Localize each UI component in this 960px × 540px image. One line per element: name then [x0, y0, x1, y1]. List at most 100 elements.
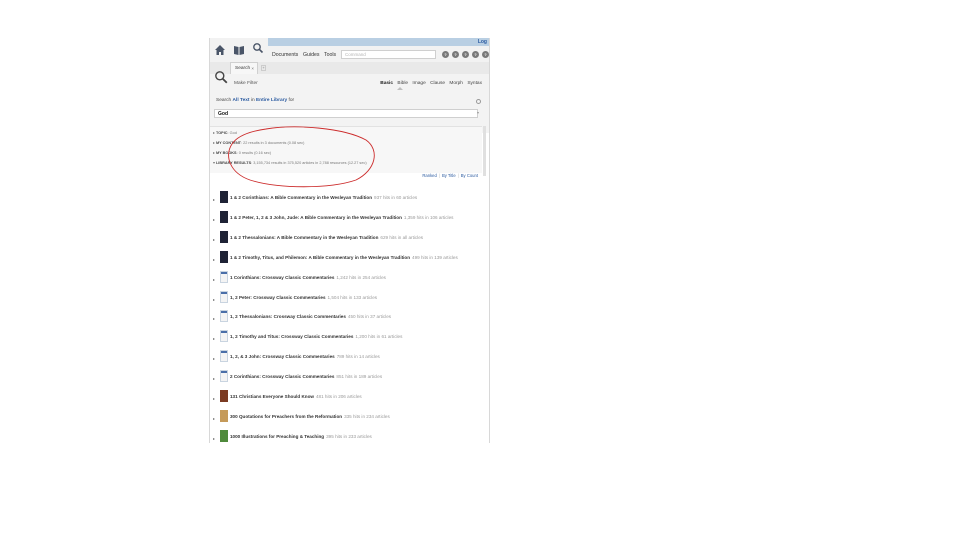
- result-title[interactable]: 1000 Illustrations for Preaching & Teach…: [230, 434, 324, 439]
- kind-basic[interactable]: Basic: [380, 81, 393, 86]
- title-strip: Log: [268, 38, 489, 46]
- book-cover-thumbnail: [220, 191, 228, 203]
- sort-by-count[interactable]: By Count: [461, 173, 478, 178]
- expand-arrow-icon[interactable]: ▸: [213, 257, 215, 262]
- book-cover-thumbnail: [220, 230, 228, 243]
- result-title[interactable]: 1 & 2 Corinthians: A Bible Commentary in…: [230, 195, 372, 200]
- scope-for: for: [288, 98, 295, 103]
- summary-topic[interactable]: ▸ TOPIC: God: [213, 130, 237, 135]
- result-hit-count: 481 hits in 206 articles: [315, 394, 362, 399]
- result-title[interactable]: 300 Quotations for Preachers from the Re…: [230, 414, 342, 419]
- results-summary: ▸ TOPIC: God ▸ MY CONTENT: 22 results in…: [210, 126, 482, 173]
- sort-by-title[interactable]: By Title: [442, 173, 456, 178]
- book-cover-thumbnail: [220, 330, 228, 343]
- scope-library-link[interactable]: Entire Library: [256, 98, 287, 103]
- scope-all-text-link[interactable]: All Text: [233, 98, 250, 103]
- expand-arrow-icon[interactable]: ▸: [213, 356, 215, 361]
- result-title[interactable]: 1, 2 Timothy and Titus: Crossway Classic…: [230, 334, 353, 339]
- results-scrollbar[interactable]: [483, 126, 486, 176]
- query-dropdown-icon[interactable]: ▾: [477, 110, 479, 115]
- expand-arrow-icon[interactable]: ▸: [213, 336, 215, 341]
- book-cover-thumbnail: [220, 350, 228, 363]
- result-row[interactable]: ▸ 1 & 2 Peter, 1, 2 & 3 John, Jude: A Bib…: [210, 210, 489, 230]
- expand-arrow-icon[interactable]: ▸: [213, 436, 215, 441]
- result-row[interactable]: ▸ 300 Quotations for Preachers from the R…: [210, 409, 489, 429]
- expand-arrow-icon[interactable]: ▸: [213, 197, 215, 202]
- result-title[interactable]: 1, 2, & 3 John: Crossway Classic Comment…: [230, 354, 335, 359]
- result-text: 131 Christians Everyone Should Know 481 h…: [230, 394, 362, 399]
- kind-clause[interactable]: Clause: [430, 81, 445, 86]
- command-input[interactable]: Command: [341, 50, 436, 59]
- kind-syntax[interactable]: Syntax: [467, 81, 482, 86]
- expand-arrow-icon[interactable]: ▸: [213, 316, 215, 321]
- expand-arrow-icon[interactable]: ▸: [213, 376, 215, 381]
- result-row[interactable]: ▸ 1, 2 Peter: Crossway Classic Commentari…: [210, 290, 489, 310]
- result-title[interactable]: 1 & 2 Thessalonians: A Bible Commentary …: [230, 235, 378, 240]
- result-row[interactable]: ▸ 1 & 2 Thessalonians: A Bible Commentary…: [210, 230, 489, 250]
- kind-bible[interactable]: Bible: [397, 81, 408, 86]
- result-row[interactable]: ▸ 1 Corinthians: Crossway Classic Comment…: [210, 270, 489, 290]
- tab-search[interactable]: Search ×: [230, 62, 258, 74]
- search-icon[interactable]: [252, 42, 264, 54]
- result-row[interactable]: ▸ 1, 2 Timothy and Titus: Crossway Classi…: [210, 329, 489, 349]
- result-title[interactable]: 2 Corinthians: Crossway Classic Commenta…: [230, 374, 334, 379]
- scope-in: in: [250, 98, 255, 103]
- book-cover-thumbnail: [220, 390, 228, 402]
- summary-my-content[interactable]: ▸ MY CONTENT: 22 results in 3 documents …: [213, 140, 304, 145]
- app-window: Log Documents Guides Tools Command ? ? ?…: [209, 38, 490, 443]
- sort-ranked[interactable]: Ranked: [422, 173, 436, 178]
- make-filter-link[interactable]: Make Filter: [234, 81, 258, 86]
- result-row[interactable]: ▸ 1 & 2 Corinthians: A Bible Commentary i…: [210, 190, 489, 210]
- book-icon[interactable]: [233, 44, 245, 56]
- result-title[interactable]: 131 Christians Everyone Should Know: [230, 394, 314, 399]
- result-title[interactable]: 1, 2 Peter: Crossway Classic Commentarie…: [230, 295, 326, 300]
- nav-documents[interactable]: Documents: [272, 52, 298, 58]
- kind-image[interactable]: Image: [412, 81, 425, 86]
- toolbar-circle-button-3[interactable]: ?: [462, 51, 469, 58]
- result-row[interactable]: ▸ 131 Christians Everyone Should Know 481 …: [210, 389, 489, 409]
- result-title[interactable]: 1 Corinthians: Crossway Classic Commenta…: [230, 275, 334, 280]
- expand-arrow-icon[interactable]: ▸: [213, 297, 215, 302]
- tab-close-icon[interactable]: ×: [251, 63, 254, 74]
- book-cover-thumbnail: [220, 429, 228, 442]
- result-hit-count: 937 hits in 60 articles: [374, 195, 418, 200]
- result-hit-count: 1,242 hits in 254 articles: [336, 274, 386, 280]
- expand-arrow-icon[interactable]: ▸: [213, 217, 215, 222]
- expand-arrow-icon[interactable]: ▸: [213, 396, 215, 401]
- selected-kind-pointer: [397, 87, 403, 90]
- toolbar-circle-button-1[interactable]: ?: [442, 51, 449, 58]
- expand-arrow-icon[interactable]: ▸: [213, 237, 215, 242]
- toolbar-circle-button-2[interactable]: ?: [452, 51, 459, 58]
- expand-arrow-icon[interactable]: ▸: [213, 277, 215, 282]
- home-icon[interactable]: [214, 44, 226, 56]
- summary-my-books[interactable]: ▸ MY BOOKS: 0 results (0.16 sec): [213, 150, 271, 155]
- result-row[interactable]: ▸ 1 & 2 Timothy, Titus, and Philemon: A B…: [210, 250, 489, 270]
- gear-icon[interactable]: [476, 99, 481, 104]
- result-row[interactable]: ▸ 1, 2 Thessalonians: Crossway Classic Co…: [210, 309, 489, 329]
- result-title[interactable]: 1, 2 Thessalonians: Crossway Classic Com…: [230, 314, 346, 319]
- result-row[interactable]: ▸ 1000 Illustrations for Preaching & Teac…: [210, 429, 489, 443]
- result-hit-count: 789 hits in 14 articles: [336, 354, 380, 360]
- search-query-input[interactable]: God: [214, 109, 478, 118]
- result-text: 1 Corinthians: Crossway Classic Commenta…: [230, 275, 386, 280]
- kind-morph[interactable]: Morph: [449, 81, 463, 86]
- result-title[interactable]: 1 & 2 Timothy, Titus, and Philemon: A Bi…: [230, 255, 410, 260]
- search-scope: Search All Text in Entire Library for: [216, 98, 294, 103]
- result-title[interactable]: 1 & 2 Peter, 1, 2 & 3 John, Jude: A Bibl…: [230, 215, 402, 220]
- expand-arrow-icon[interactable]: ▸: [213, 416, 215, 421]
- result-hit-count: 1,359 hits in 106 articles: [403, 214, 454, 220]
- nav-guides[interactable]: Guides: [303, 52, 319, 58]
- result-text: 1, 2 Timothy and Titus: Crossway Classic…: [230, 334, 402, 339]
- toolbar-circle-button-5[interactable]: ?: [482, 51, 489, 58]
- result-text: 1000 Illustrations for Preaching & Teach…: [230, 434, 372, 439]
- new-tab-button[interactable]: +: [261, 65, 266, 71]
- nav-tools[interactable]: Tools: [324, 52, 336, 58]
- book-cover-thumbnail: [220, 290, 228, 303]
- toolbar-circle-button-4[interactable]: ?: [472, 51, 479, 58]
- login-link[interactable]: Log: [478, 38, 487, 46]
- result-row[interactable]: ▸ 2 Corinthians: Crossway Classic Comment…: [210, 369, 489, 389]
- result-row[interactable]: ▸ 1, 2, & 3 John: Crossway Classic Commen…: [210, 349, 489, 369]
- summary-library-results[interactable]: ▾ LIBRARY RESULTS: 3,155,734 results in …: [213, 160, 367, 165]
- result-hit-count: 335 hits in 234 articles: [344, 413, 390, 419]
- result-hit-count: 450 hits in 37 articles: [347, 314, 392, 320]
